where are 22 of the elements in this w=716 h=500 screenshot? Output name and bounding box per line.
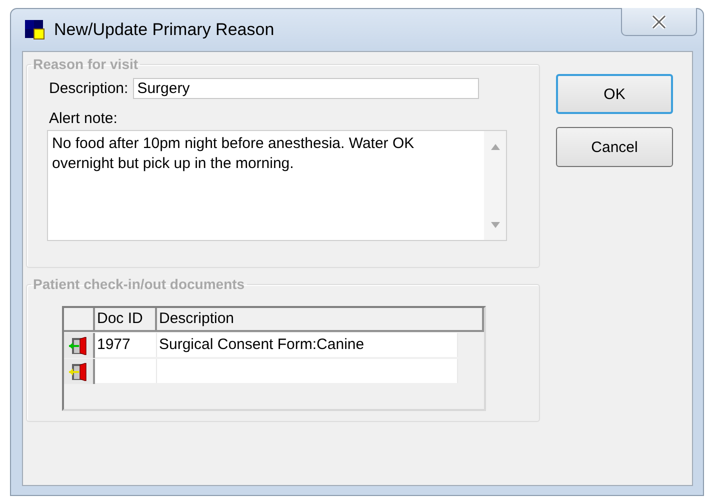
door-arrow-icon[interactable] xyxy=(68,362,90,380)
description-label: Description: xyxy=(49,80,128,97)
group-title: Patient check-in/out documents xyxy=(32,276,246,292)
column-header[interactable]: Doc ID xyxy=(95,308,157,332)
scroll-down-icon[interactable] xyxy=(490,222,500,228)
alert-note-field[interactable]: No food after 10pm night before anesthesia. Water OK overnight but pick up in the morning. xyxy=(47,130,507,241)
group-title: Reason for visit xyxy=(32,56,140,72)
dialog-button[interactable]: Cancel xyxy=(556,127,673,167)
close-icon xyxy=(651,14,667,28)
alert-note-text: No food after 10pm night before anesthesia. Water OK overnight but pick up in the morning. xyxy=(51,134,416,174)
door-arrow-icon[interactable] xyxy=(68,336,90,354)
close-button[interactable] xyxy=(621,8,697,36)
dialog-button[interactable]: OK xyxy=(556,74,673,114)
window-title: New/Update Primary Reason xyxy=(54,20,274,40)
column-header[interactable]: Description xyxy=(157,308,484,332)
scrollbar[interactable] xyxy=(484,131,506,240)
app-icon xyxy=(25,20,45,40)
table-cell: 1977 xyxy=(95,333,157,357)
scroll-up-icon[interactable] xyxy=(490,144,500,150)
alert-note-label: Alert note: xyxy=(49,110,118,127)
table-cell: Surgical Consent Form:Canine xyxy=(157,333,458,357)
description-field[interactable]: Surgery xyxy=(133,78,480,99)
